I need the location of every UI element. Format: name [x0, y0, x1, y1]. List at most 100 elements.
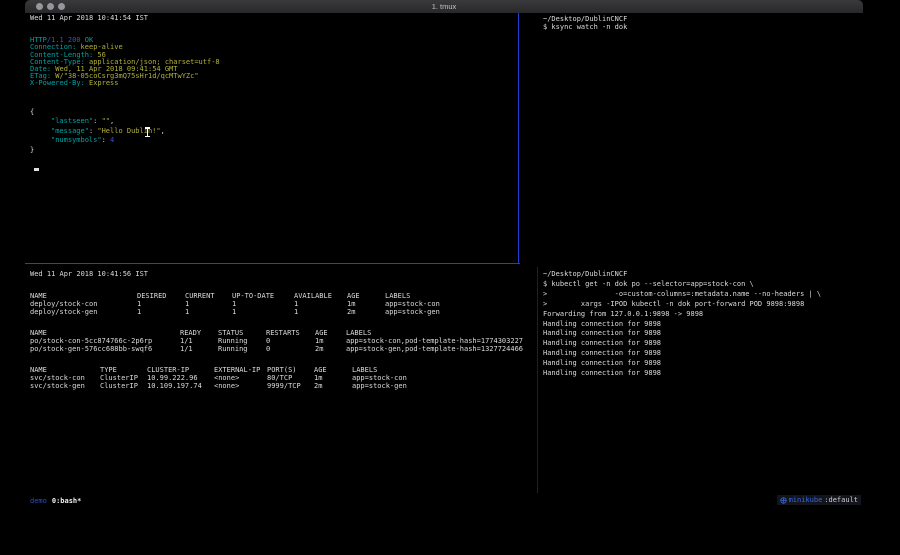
- terminal-cursor: [34, 168, 39, 171]
- table-cell: 1: [137, 308, 185, 316]
- json-key: "message": [51, 127, 89, 135]
- table-header-cell: CURRENT: [185, 292, 232, 300]
- pane-http-response[interactable]: Wed 11 Apr 2018 10:41:54 IST HTTP/1.1 20…: [30, 15, 516, 261]
- table-header-row: NAME DESIRED CURRENT UP-TO-DATE AVAILABL…: [30, 292, 536, 300]
- table-cell: 1: [185, 308, 232, 316]
- table-cell: svc/stock-con: [30, 374, 100, 382]
- json-response-body: { "lastseen": "", "message": "Hello Dubl…: [30, 108, 516, 156]
- json-key: "lastseen": [51, 117, 93, 125]
- http-headers-block: HTTP/1.1 200OK Connection:keep-alive Con…: [30, 37, 516, 87]
- table-cell: ClusterIP: [100, 374, 147, 382]
- minimize-button[interactable]: [47, 3, 54, 10]
- table-row: po/stock-gen-576cc688bb-swqf6 1/1 Runnin…: [30, 345, 536, 353]
- table-header-cell: LABELS: [346, 329, 536, 337]
- json-colon: :: [93, 117, 101, 125]
- header-key: X-Powered-By:: [30, 79, 85, 87]
- table-header-cell: CLUSTER-IP: [147, 366, 214, 374]
- json-field-line: "message": "Hello Dublin!",: [30, 127, 516, 137]
- table-cell: 1: [137, 300, 185, 308]
- command-line: $ ksync watch -n dok: [543, 23, 861, 31]
- table-cell: 0: [266, 337, 315, 345]
- status-right: minikube:default: [777, 495, 861, 505]
- table-cell: ClusterIP: [100, 382, 147, 390]
- table-cell: deploy/stock-gen: [30, 308, 137, 316]
- tmux-status-bar: demo 0:bash* minikube:default: [25, 493, 863, 510]
- table-row: deploy/stock-con 1 1 1 1 1m app=stock-co…: [30, 300, 536, 308]
- table-header-cell: AGE: [314, 366, 352, 374]
- header-value: Express: [85, 79, 119, 87]
- table-header-cell: UP-TO-DATE: [232, 292, 294, 300]
- kubernetes-helm-icon: [780, 497, 787, 504]
- timestamp-line: Wed 11 Apr 2018 10:41:54 IST: [30, 15, 516, 22]
- pane-port-forward[interactable]: ~/Desktop/DublinCNCF $ kubectl get -n do…: [543, 270, 861, 492]
- table-cell: 1m: [315, 337, 346, 345]
- table-header-cell: LABELS: [352, 366, 536, 374]
- table-header-cell: RESTARTS: [266, 329, 315, 337]
- http-header-line: X-Powered-By:Express: [30, 80, 516, 87]
- table-row: svc/stock-gen ClusterIP 10.109.197.74 <n…: [30, 382, 536, 390]
- table-row: svc/stock-con ClusterIP 10.99.222.96 <no…: [30, 374, 536, 382]
- table-header-cell: NAME: [30, 366, 100, 374]
- table-cell: app=stock-gen: [385, 308, 536, 316]
- table-header-cell: EXTERNAL-IP: [214, 366, 267, 374]
- table-header-cell: TYPE: [100, 366, 147, 374]
- table-cell: 1: [185, 300, 232, 308]
- table-cell: Running: [218, 345, 266, 353]
- table-header-cell: NAME: [30, 292, 137, 300]
- table-cell: app=stock-con,pod-template-hash=17743032…: [346, 337, 536, 345]
- table-header-cell: STATUS: [218, 329, 266, 337]
- close-button[interactable]: [36, 3, 43, 10]
- json-field-line: "numsymbols": 4: [30, 136, 516, 146]
- json-value: 4: [110, 136, 114, 144]
- json-value: "Hello Dublin!": [97, 127, 160, 135]
- forwarding-line: Forwarding from 127.0.0.1:9898 -> 9898: [543, 310, 861, 320]
- json-open-brace: {: [30, 108, 516, 118]
- pods-table: NAME READY STATUS RESTARTS AGE LABELS po…: [30, 329, 536, 353]
- table-row: deploy/stock-gen 1 1 1 1 2m app=stock-ge…: [30, 308, 536, 316]
- table-header-cell: LABELS: [385, 292, 536, 300]
- table-cell: 1m: [347, 300, 385, 308]
- table-header-cell: PORT(S): [267, 366, 314, 374]
- table-cell: <none>: [214, 374, 267, 382]
- pane-ksync[interactable]: ~/Desktop/DublinCNCF $ ksync watch -n do…: [543, 15, 861, 31]
- window-titlebar[interactable]: 1. tmux: [25, 0, 863, 13]
- table-cell: app=stock-gen: [352, 382, 536, 390]
- pane-kubectl-get[interactable]: Wed 11 Apr 2018 10:41:56 IST NAME DESIRE…: [30, 270, 536, 492]
- table-row: po/stock-con-5cc874766c-2p6rp 1/1 Runnin…: [30, 337, 536, 345]
- table-cell: 1: [294, 300, 347, 308]
- table-header-cell: DESIRED: [137, 292, 185, 300]
- table-cell: 10.99.222.96: [147, 374, 214, 382]
- json-key: "numsymbols": [51, 136, 102, 144]
- table-header-cell: NAME: [30, 329, 180, 337]
- prompt-path: ~/Desktop/DublinCNCF: [543, 15, 861, 23]
- json-value: "": [102, 117, 110, 125]
- active-pane-border-horizontal: [25, 263, 520, 264]
- table-cell: 1: [232, 308, 294, 316]
- table-cell: 1/1: [180, 337, 218, 345]
- zoom-button[interactable]: [58, 3, 65, 10]
- table-cell: app=stock-con: [352, 374, 536, 382]
- traffic-lights: [36, 3, 65, 10]
- command-lines: $ kubectl get -n dok po --selector=app=s…: [543, 280, 861, 310]
- json-comma: ,: [110, 117, 114, 125]
- table-header-row: NAME READY STATUS RESTARTS AGE LABELS: [30, 329, 536, 337]
- json-field-line: "lastseen": "",: [30, 117, 516, 127]
- kube-context: minikube: [789, 496, 823, 504]
- table-cell: svc/stock-gen: [30, 382, 100, 390]
- session-name: demo: [30, 497, 47, 505]
- prompt-path: ~/Desktop/DublinCNCF: [543, 270, 861, 280]
- table-cell: po/stock-con-5cc874766c-2p6rp: [30, 337, 180, 345]
- window-tab-bash[interactable]: 0:bash*: [52, 497, 82, 505]
- table-cell: 1m: [314, 374, 352, 382]
- active-pane-border-vertical: [518, 13, 519, 264]
- table-header-cell: AGE: [347, 292, 385, 300]
- table-cell: 1/1: [180, 345, 218, 353]
- table-cell: po/stock-gen-576cc688bb-swqf6: [30, 345, 180, 353]
- deployments-table: NAME DESIRED CURRENT UP-TO-DATE AVAILABL…: [30, 292, 536, 316]
- table-cell: 2m: [347, 308, 385, 316]
- table-header-cell: READY: [180, 329, 218, 337]
- json-close-brace: }: [30, 146, 516, 156]
- json-colon: :: [102, 136, 110, 144]
- handling-connection-lines: Handling connection for 9898 Handling co…: [543, 320, 861, 379]
- table-cell: app=stock-con: [385, 300, 536, 308]
